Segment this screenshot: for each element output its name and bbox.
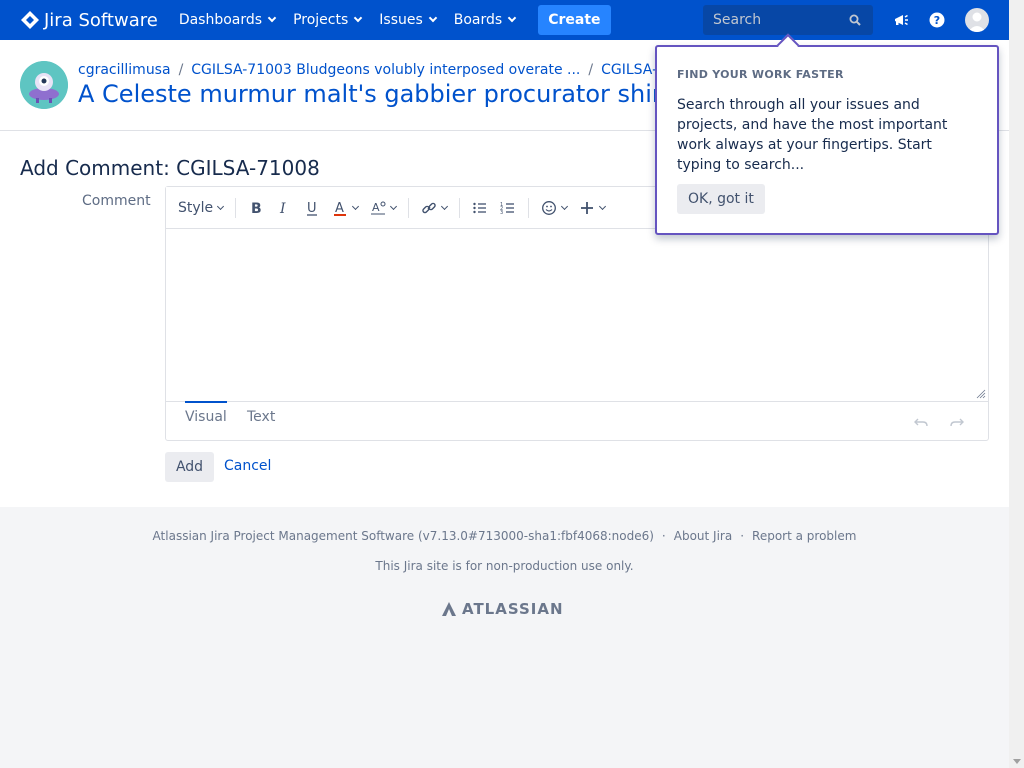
svg-text:A: A (372, 201, 380, 214)
toolbar-divider (459, 197, 461, 218)
jira-logo[interactable]: Jira Software (20, 10, 158, 31)
link-icon (422, 202, 436, 213)
footer-notice: This Jira site is for non-production use… (375, 559, 634, 573)
underline-button[interactable]: U (304, 200, 320, 216)
add-button[interactable]: Add (165, 452, 214, 482)
project-avatar[interactable] (20, 61, 68, 109)
toolbar-divider (408, 197, 410, 218)
bold-button[interactable]: B (248, 200, 264, 216)
toolbar-divider (235, 197, 237, 218)
nav-boards-label: Boards (453, 12, 503, 28)
search-placeholder: Search (713, 12, 762, 28)
nav-issues[interactable]: Issues (370, 0, 445, 40)
footer-separator: · (661, 529, 666, 543)
atlassian-mark-icon (442, 602, 456, 616)
toolbar-divider (528, 197, 530, 218)
svg-text:I: I (279, 201, 286, 216)
text-color-icon: A (334, 201, 347, 216)
chevron-down-icon (354, 13, 363, 23)
chevron-down-icon (390, 202, 398, 210)
breadcrumb-separator: / (588, 62, 594, 78)
italic-icon: I (279, 201, 286, 216)
nav-projects[interactable]: Projects (284, 0, 370, 40)
resize-handle-icon[interactable] (976, 389, 986, 399)
breadcrumb-current-issue[interactable]: CGILSA-71008 (601, 62, 658, 78)
svg-text:A: A (335, 201, 344, 216)
search-input[interactable]: Search (703, 5, 873, 35)
svg-text:3: 3 (500, 210, 503, 216)
comment-label: Comment (82, 193, 151, 209)
nav-boards[interactable]: Boards (445, 0, 524, 40)
breadcrumb-separator: / (178, 62, 184, 78)
brand-name: Jira Software (44, 9, 158, 31)
popup-title: FIND YOUR WORK FASTER (677, 68, 844, 81)
breadcrumb-parent-issue[interactable]: CGILSA-71003 Bludgeons volubly interpose… (191, 62, 580, 78)
ok-got-it-button[interactable]: OK, got it (677, 184, 765, 214)
editor-mode-bar: Visual Text (166, 401, 988, 440)
nav-projects-label: Projects (293, 12, 349, 28)
scroll-down-icon[interactable] (1013, 759, 1021, 764)
undo-icon[interactable] (914, 417, 928, 427)
insert-more-button[interactable] (579, 200, 607, 216)
comment-textarea[interactable] (166, 229, 988, 401)
chevron-down-icon (561, 202, 569, 210)
popup-body: Search through all your issues and proje… (677, 97, 948, 173)
bullet-list-icon (473, 202, 487, 213)
create-button[interactable]: Create (538, 5, 611, 35)
svg-text:U: U (307, 201, 317, 216)
underline-icon: U (307, 201, 318, 216)
emoticon-button[interactable] (541, 200, 569, 216)
page-title: Add Comment: CGILSA-71008 (20, 156, 320, 180)
numbered-list-icon: 123 (500, 202, 515, 216)
chevron-down-icon (507, 13, 517, 23)
chevron-down-icon (441, 202, 449, 210)
numbered-list-button[interactable]: 123 (500, 200, 516, 216)
tab-text[interactable]: Text (247, 409, 275, 425)
active-tab-indicator (185, 401, 227, 403)
footer-links: Atlassian Jira Project Management Softwa… (0, 529, 1009, 543)
footer-report-link[interactable]: Report a problem (752, 529, 856, 543)
breadcrumb: cgracillimusa / CGILSA-71003 Bludgeons vol… (78, 62, 658, 78)
page-scrollbar[interactable] (1009, 0, 1024, 768)
bold-icon: B (251, 201, 262, 216)
notifications-icon[interactable] (892, 11, 910, 29)
style-dropdown-label: Style (178, 199, 214, 216)
user-avatar[interactable] (965, 8, 989, 32)
svg-text:B: B (251, 201, 262, 216)
search-icon (849, 14, 861, 26)
cancel-link[interactable]: Cancel (224, 458, 271, 474)
top-navigation-bar: Jira Software Dashboards Projects Issues… (0, 0, 1009, 40)
atlassian-logo[interactable]: ATLASSIAN (441, 600, 564, 618)
nav-dashboards[interactable]: Dashboards (170, 0, 284, 40)
help-icon[interactable]: ? (928, 11, 946, 29)
chevron-down-icon (352, 202, 360, 210)
footer-about-link[interactable]: About Jira (674, 529, 732, 543)
redo-icon[interactable] (950, 417, 964, 427)
breadcrumb-project[interactable]: cgracillimusa (78, 62, 171, 78)
bullet-list-button[interactable] (472, 200, 488, 216)
tab-visual[interactable]: Visual (185, 409, 227, 425)
text-color-button[interactable]: A (332, 200, 360, 216)
more-formatting-button[interactable]: A (370, 200, 398, 216)
clear-formatting-icon: A (371, 201, 386, 214)
jira-diamond-icon (21, 11, 39, 29)
plus-icon (581, 201, 594, 214)
footer-separator: · (740, 529, 745, 543)
search-tip-popup: FIND YOUR WORK FASTER Search through all… (655, 45, 999, 235)
chevron-down-icon (217, 202, 225, 210)
svg-text:?: ? (934, 14, 940, 27)
footer-software-info[interactable]: Atlassian Jira Project Management Softwa… (153, 529, 654, 543)
italic-button[interactable]: I (276, 200, 292, 216)
issue-title[interactable]: A Celeste murmur malt's gabbier procurat… (78, 80, 668, 108)
atlassian-logo-text: ATLASSIAN (462, 600, 564, 618)
emoticon-icon (542, 200, 557, 215)
nav-dashboards-label: Dashboards (178, 12, 263, 28)
nav-issues-label: Issues (379, 12, 423, 28)
link-button[interactable] (421, 200, 449, 216)
chevron-down-icon (599, 202, 607, 210)
chevron-down-icon (428, 13, 438, 23)
style-dropdown[interactable]: Style (178, 199, 225, 216)
chevron-down-icon (267, 13, 277, 23)
